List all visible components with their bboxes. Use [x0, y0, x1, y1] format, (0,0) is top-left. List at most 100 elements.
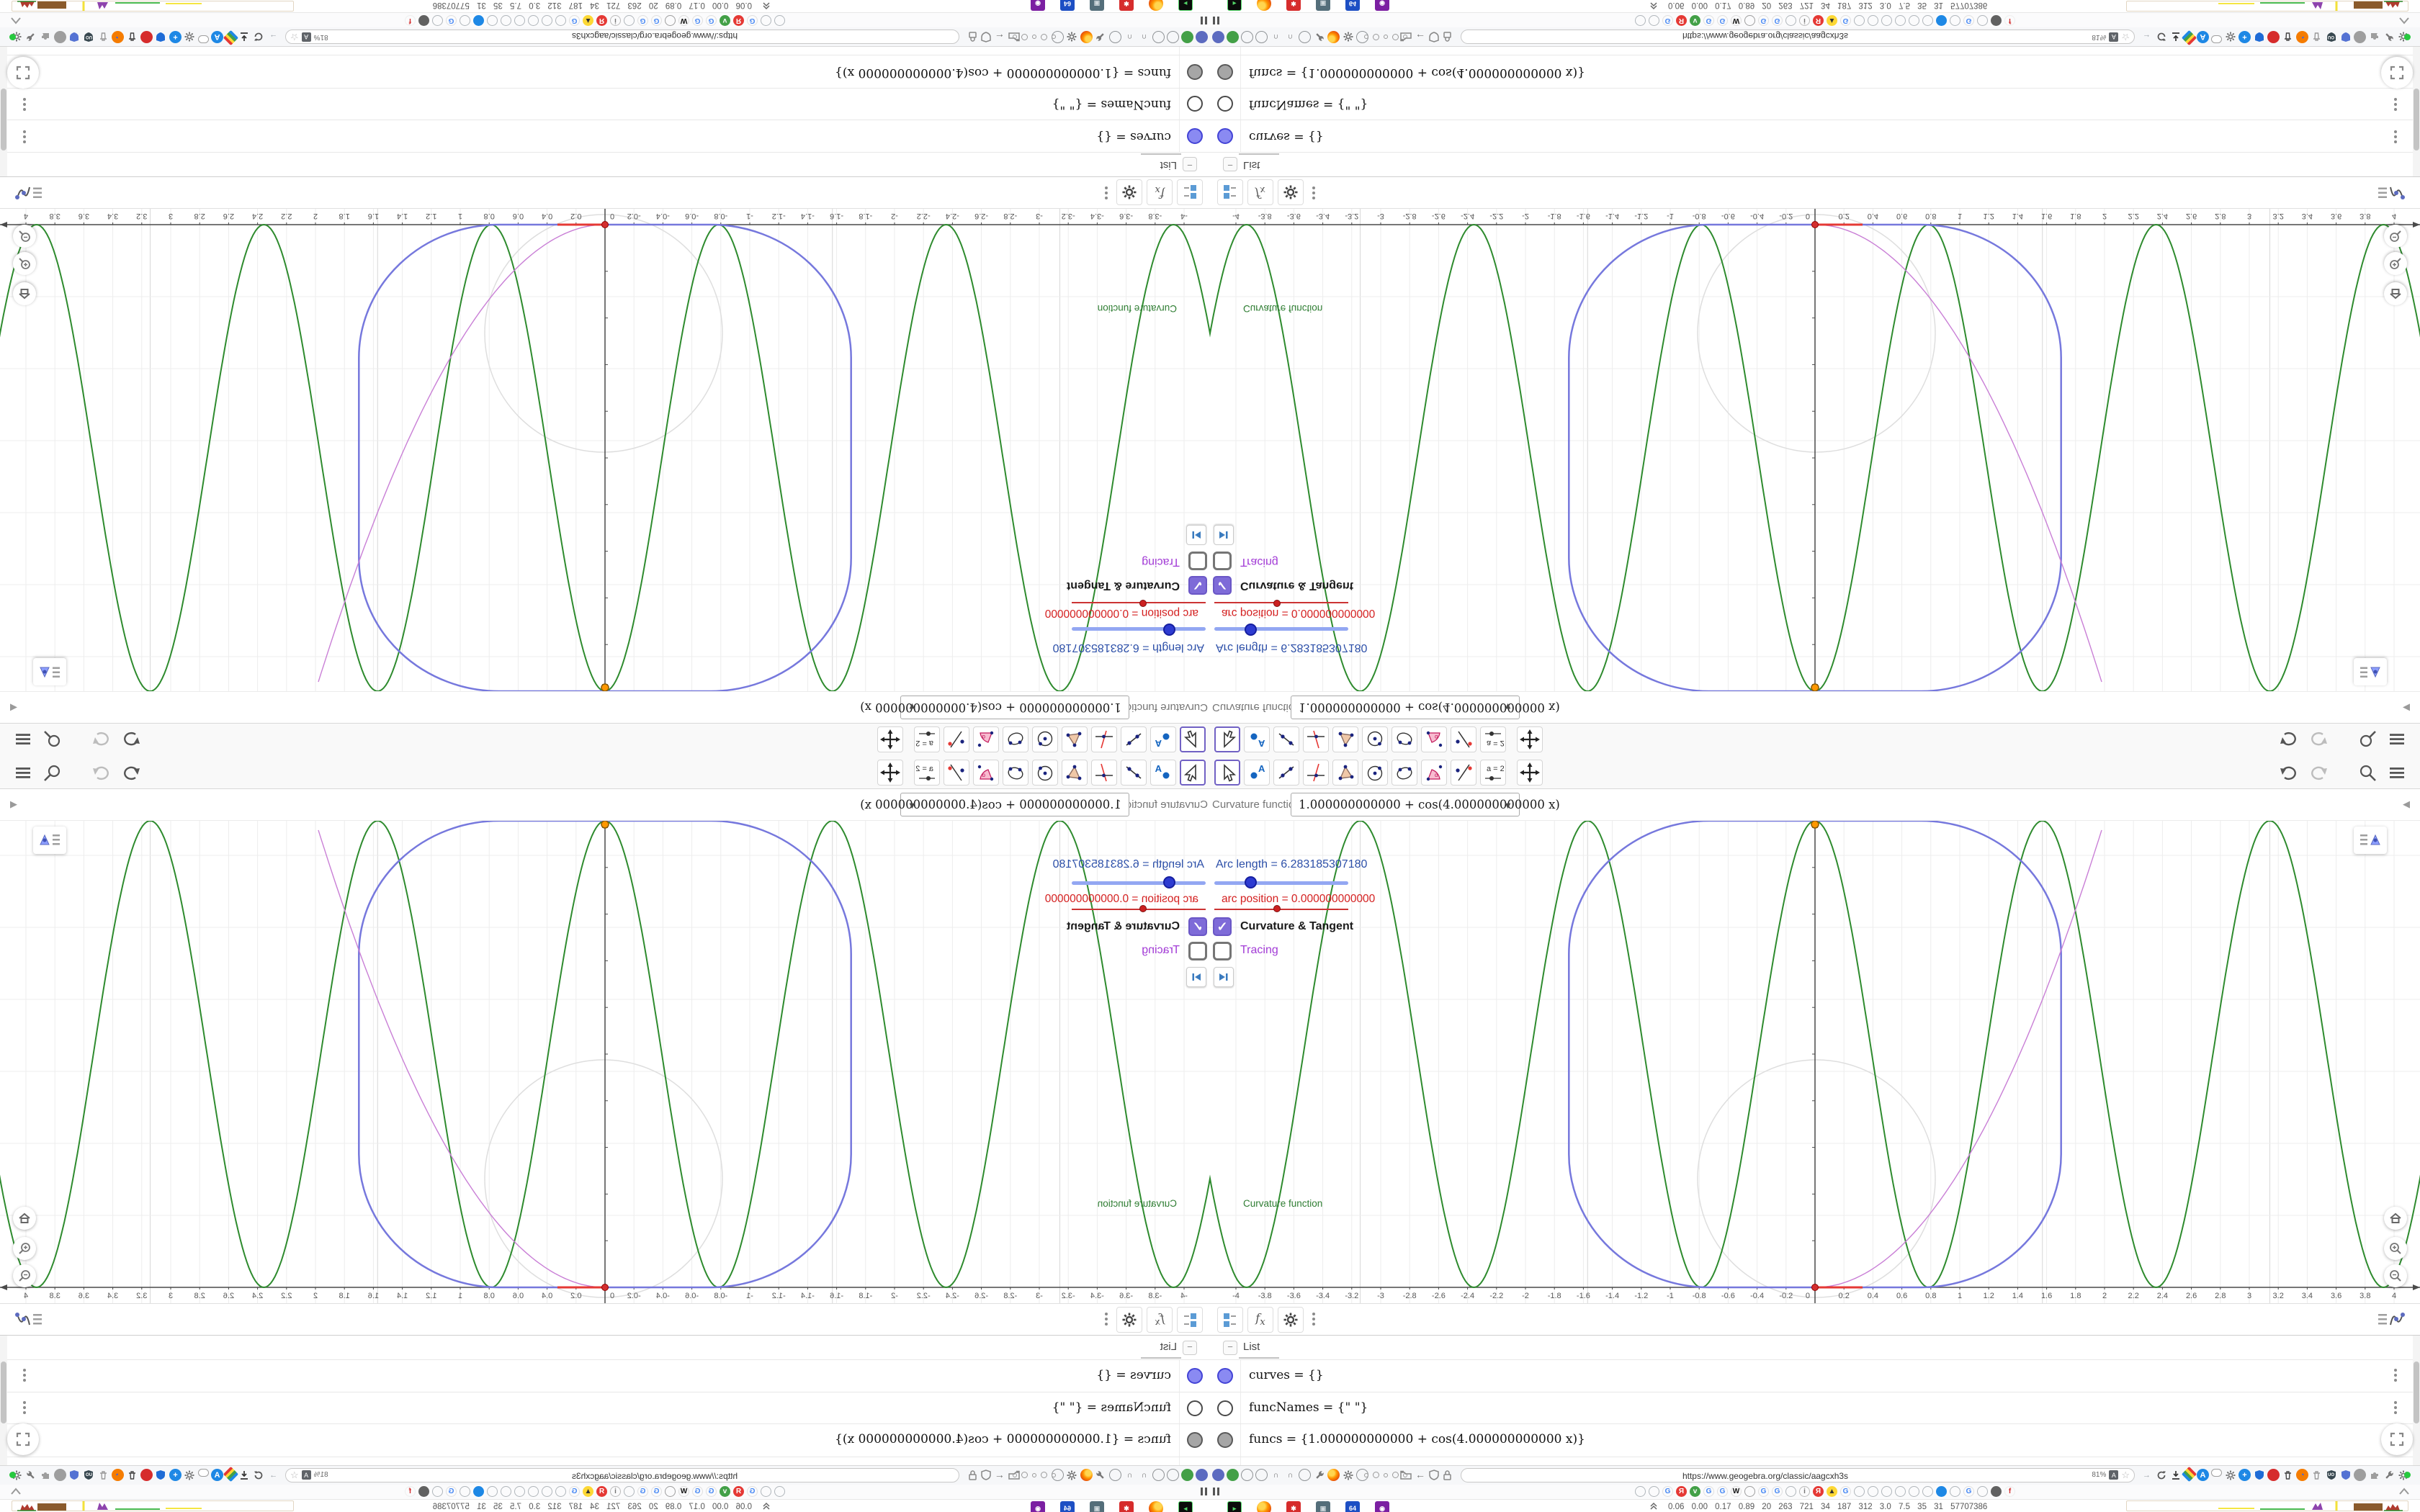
folder-icon[interactable] [1400, 32, 1412, 42]
visibility-marble[interactable] [1217, 1368, 1233, 1384]
dot-icon[interactable] [1021, 1472, 1028, 1478]
arc-length-slider-knob[interactable] [1163, 876, 1175, 888]
favicon-icon[interactable]: → [267, 31, 279, 43]
reload-icon[interactable] [253, 1469, 265, 1481]
tool-point-button[interactable]: A [1244, 726, 1270, 752]
wrench-icon[interactable] [2383, 31, 2395, 43]
favicon-icon[interactable]: G [446, 1486, 457, 1497]
favicon-icon[interactable]: Я [733, 1486, 744, 1497]
zoom-level-badge[interactable]: 81% [314, 1471, 328, 1479]
tool-circle-button[interactable] [1362, 760, 1388, 786]
folder-icon[interactable] [1008, 32, 1020, 42]
favicon-icon[interactable]: W [678, 1486, 689, 1497]
pencil-icon[interactable] [2181, 30, 2197, 46]
favicon-icon[interactable]: ▲ [1827, 1486, 1837, 1497]
tool-conic-button[interactable] [1003, 760, 1028, 786]
tool-slider-button[interactable]: a = 2 [914, 760, 940, 786]
pause-icon[interactable] [1213, 1488, 1219, 1495]
firefox-icon[interactable] [1149, 0, 1163, 11]
tool-reflect-button[interactable] [944, 726, 969, 752]
settings-button[interactable] [1278, 179, 1304, 205]
favicon-icon[interactable] [140, 31, 153, 43]
gear-icon[interactable] [1342, 1469, 1354, 1481]
tracing-checkbox[interactable] [1213, 942, 1232, 960]
favicon-icon[interactable] [1909, 1486, 1919, 1497]
row-menu-icon[interactable] [23, 108, 26, 111]
pause-icon[interactable] [1201, 17, 1207, 24]
favicon-icon[interactable]: G [692, 15, 703, 26]
tab-list[interactable]: List [1160, 1341, 1177, 1353]
wrench-icon[interactable] [1095, 31, 1107, 43]
menu-button[interactable] [2384, 760, 2410, 786]
favicon-icon[interactable] [54, 31, 66, 43]
graphics-stylebar-button[interactable] [33, 658, 66, 685]
tool-move-view-button[interactable] [877, 760, 903, 786]
gear-icon[interactable] [1342, 31, 1354, 43]
double-chevron-up-icon[interactable] [762, 1502, 771, 1511]
favicon-icon[interactable] [761, 15, 771, 26]
reload-icon[interactable] [2155, 31, 2167, 43]
favicon-icon[interactable] [1212, 31, 1224, 43]
favicon-icon[interactable]: G [1662, 1486, 1673, 1497]
arc-position-slider[interactable] [1072, 602, 1206, 603]
favicon-icon[interactable]: ✱ [1286, 0, 1301, 11]
dot-icon[interactable] [1384, 35, 1388, 40]
menu-button[interactable] [10, 726, 36, 752]
favicon-icon[interactable] [1881, 15, 1892, 26]
search-button[interactable] [2354, 726, 2380, 752]
collapse-list-button[interactable]: − [1183, 157, 1197, 171]
favicon-icon[interactable]: A [2197, 1469, 2209, 1481]
graphics-stylebar-button[interactable] [33, 827, 66, 854]
firefox-icon[interactable] [1080, 1469, 1093, 1481]
algebra-row-funcs[interactable]: funcs = {1.000000000000 + cos(4.00000000… [1210, 55, 2420, 89]
favicon-icon[interactable] [1854, 1486, 1865, 1497]
tab-list[interactable]: List [1243, 159, 1260, 171]
tree-view-button[interactable] [1177, 1307, 1203, 1333]
tool-angle-button[interactable]: α [973, 760, 999, 786]
favicon-icon[interactable] [1635, 15, 1646, 26]
home-button[interactable] [13, 1207, 36, 1230]
folder-icon[interactable] [1400, 1470, 1412, 1480]
favicon-icon[interactable] [487, 1486, 498, 1497]
favicon-icon[interactable] [542, 1486, 552, 1497]
arc-length-slider[interactable] [1214, 881, 1348, 885]
favicon-icon[interactable] [542, 15, 552, 26]
favicon-icon[interactable]: + [169, 1469, 182, 1481]
zoom-level-badge[interactable]: 81% [2092, 33, 2106, 41]
skip-next-button[interactable] [1186, 525, 1206, 545]
lock-icon[interactable] [1443, 1470, 1452, 1480]
bookmark-star-icon[interactable]: ☆ [2121, 32, 2130, 42]
gear-icon[interactable] [184, 1469, 196, 1481]
favicon-icon[interactable]: G [1963, 15, 1974, 26]
favicon-icon[interactable]: W [1731, 1486, 1742, 1497]
favicon-icon[interactable]: ✱ [1119, 1501, 1134, 1512]
wrench-icon[interactable] [1313, 31, 1325, 43]
shield-icon[interactable] [68, 31, 81, 43]
tree-view-button[interactable] [1217, 1307, 1243, 1333]
reader-mode-icon[interactable]: A [2109, 32, 2119, 42]
fx-format-button[interactable]: fx [1147, 179, 1173, 205]
tree-view-button[interactable] [1177, 179, 1203, 205]
redo-button[interactable] [2305, 760, 2331, 786]
favicon-icon[interactable]: G [706, 15, 717, 26]
chevron-up-icon[interactable] [2398, 1487, 2410, 1495]
favicon-icon[interactable] [528, 15, 539, 26]
favicon-icon[interactable] [774, 1486, 785, 1497]
scrollbar[interactable] [2413, 1336, 2420, 1466]
tool-angle-button[interactable]: α [973, 726, 999, 752]
double-chevron-up-icon[interactable] [762, 1, 771, 10]
arc-position-slider[interactable] [1072, 909, 1206, 910]
scrollbar-thumb[interactable] [1, 89, 6, 150]
favicon-icon[interactable] [1881, 1486, 1892, 1497]
row-menu-icon[interactable] [23, 1401, 26, 1404]
favicon-icon[interactable]: ▲ [583, 1486, 593, 1497]
favicon-icon[interactable]: i [610, 15, 621, 26]
firefox-icon[interactable] [1327, 1469, 1340, 1481]
zoom-out-button[interactable] [13, 1264, 36, 1287]
tab-list[interactable]: List [1243, 1341, 1260, 1353]
puzzle-icon[interactable] [40, 1469, 52, 1481]
algebra-row-curves[interactable]: curves = {} [1210, 1359, 2420, 1392]
tool-perpendicular-line-button[interactable] [1303, 726, 1329, 752]
tracing-checkbox[interactable] [1213, 552, 1232, 570]
firefox-icon[interactable] [1149, 1501, 1163, 1512]
